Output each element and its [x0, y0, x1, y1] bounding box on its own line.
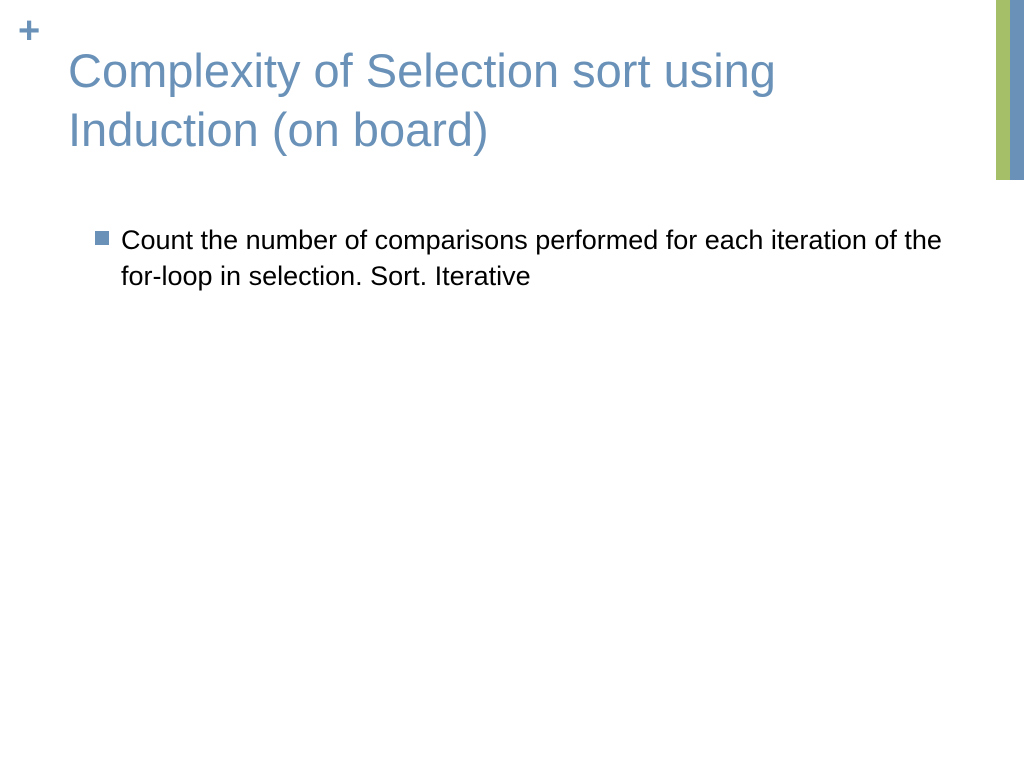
green-accent-bar	[996, 0, 1010, 180]
slide-title: Complexity of Selection sort using Induc…	[68, 42, 974, 160]
bullet-square-icon	[95, 231, 109, 245]
bullet-text: Count the number of comparisons performe…	[121, 222, 954, 295]
blue-accent-bar	[1010, 0, 1024, 180]
accent-bars	[996, 0, 1024, 180]
plus-decoration-icon: +	[18, 12, 40, 50]
slide-body: Count the number of comparisons performe…	[95, 222, 954, 295]
bullet-item: Count the number of comparisons performe…	[95, 222, 954, 295]
